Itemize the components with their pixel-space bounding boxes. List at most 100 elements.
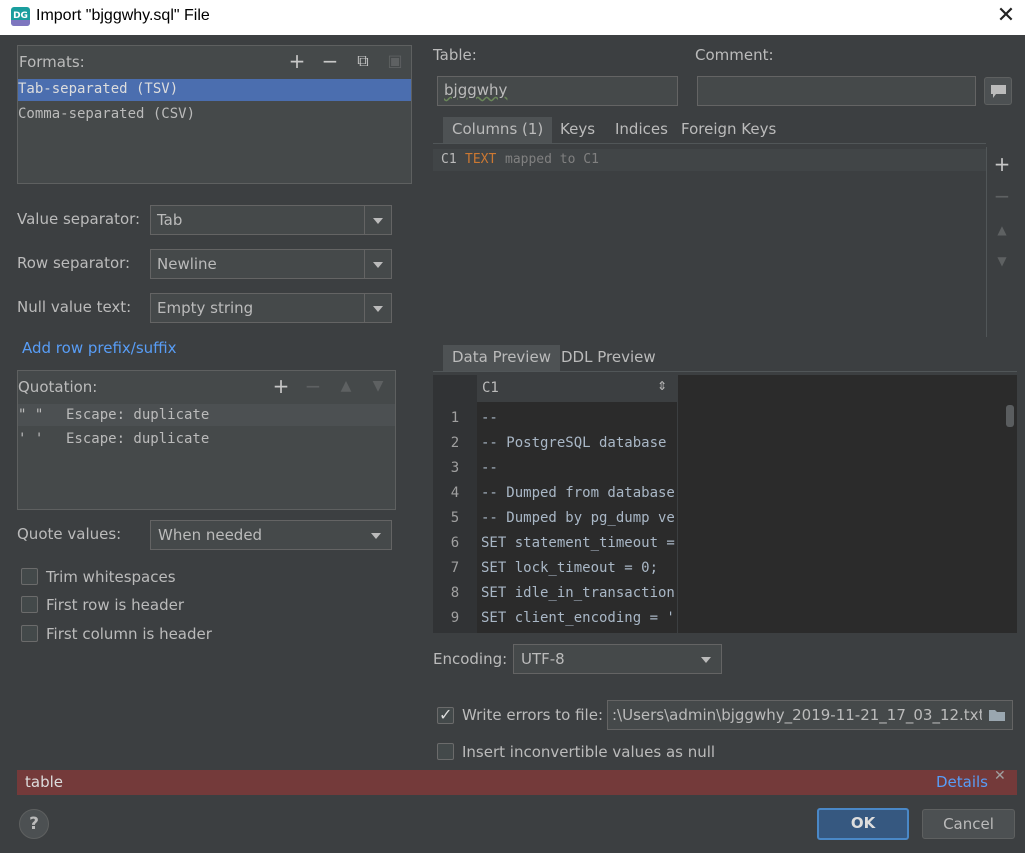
- tab-foreign-keys[interactable]: Foreign Keys: [672, 117, 785, 143]
- first-column-header-checkbox[interactable]: [21, 625, 38, 642]
- close-icon[interactable]: ✕: [994, 768, 1006, 784]
- row-number: 4: [450, 485, 460, 501]
- move-down-icon[interactable]: ▼: [368, 376, 388, 396]
- insert-null-label: Insert inconvertible values as null: [462, 743, 716, 761]
- scrollbar-thumb[interactable]: [1006, 405, 1014, 427]
- quotation-row[interactable]: ' ' Escape: duplicate: [18, 428, 395, 450]
- tab-columns[interactable]: Columns (1): [443, 117, 553, 143]
- row-number: 2: [450, 435, 460, 451]
- comment-label: Comment:: [695, 46, 774, 64]
- error-file-path-input[interactable]: :\Users\admin\bjggwhy_2019-11-21_17_03_1…: [607, 700, 1013, 730]
- help-button[interactable]: ?: [19, 809, 49, 839]
- error-file-path: :\Users\admin\bjggwhy_2019-11-21_17_03_1…: [612, 706, 985, 724]
- value-separator-combo[interactable]: Tab: [150, 205, 392, 235]
- column-row[interactable]: C1 TEXT mapped to C1: [433, 149, 986, 171]
- comment-editor-button[interactable]: [984, 77, 1012, 105]
- ok-button[interactable]: OK: [817, 808, 909, 840]
- value-separator-value: Tab: [157, 211, 183, 229]
- row-number: 6: [450, 535, 460, 551]
- null-value-combo[interactable]: Empty string: [150, 293, 392, 323]
- row-number: 9: [450, 610, 460, 626]
- tab-indices[interactable]: Indices: [606, 117, 677, 143]
- row-number: 8: [450, 585, 460, 601]
- row-separator-value: Newline: [157, 255, 217, 273]
- remove-quotation-icon[interactable]: −: [303, 376, 323, 396]
- cancel-button[interactable]: Cancel: [922, 809, 1015, 839]
- tab-ddl-preview[interactable]: DDL Preview: [552, 345, 665, 371]
- quotation-chars: " ": [18, 407, 44, 423]
- chevron-down-icon: [364, 294, 391, 322]
- row-cell: --: [477, 406, 675, 431]
- columns-list: [433, 147, 986, 337]
- row-cell: -- PostgreSQL database …: [477, 431, 675, 456]
- tab-keys[interactable]: Keys: [551, 117, 604, 143]
- format-item-label: Comma-separated (CSV): [18, 106, 196, 122]
- column-mapping: mapped to C1: [505, 152, 599, 167]
- folder-icon[interactable]: [982, 701, 1012, 729]
- formats-label: Formats:: [19, 53, 85, 71]
- move-column-up-icon[interactable]: ▲: [992, 220, 1012, 240]
- format-item-tsv[interactable]: Tab-separated (TSV): [18, 79, 411, 101]
- title-bar: DG Import "bjggwhy.sql" File ✕: [0, 0, 1025, 35]
- remove-format-icon[interactable]: −: [320, 51, 340, 71]
- row-cell: --: [477, 456, 675, 481]
- column-type: TEXT: [465, 152, 497, 167]
- preview-scrollbar[interactable]: [1005, 375, 1017, 633]
- table-name-input[interactable]: bjggwhy: [437, 76, 678, 106]
- comment-input[interactable]: [697, 76, 976, 106]
- error-message: table: [25, 773, 63, 791]
- row-cell: -- Dumped by pg_dump ve…: [477, 506, 675, 531]
- row-cell: SET lock_timeout = 0;: [477, 556, 675, 581]
- quote-values-label: Quote values:: [17, 525, 122, 543]
- encoding-combo[interactable]: UTF-8: [513, 644, 722, 674]
- move-up-icon[interactable]: ▲: [336, 376, 356, 396]
- quotation-row[interactable]: " " Escape: duplicate: [18, 404, 395, 426]
- trim-whitespaces-checkbox[interactable]: [21, 568, 38, 585]
- close-icon[interactable]: ✕: [993, 3, 1019, 29]
- first-row-header-checkbox[interactable]: [21, 596, 38, 613]
- insert-null-checkbox[interactable]: [437, 743, 454, 760]
- chevron-down-icon: [371, 533, 381, 539]
- row-number: 3: [450, 460, 460, 476]
- table-name-value: bjggwhy: [444, 81, 508, 99]
- first-column-header-label: First column is header: [46, 625, 212, 643]
- null-value-label: Null value text:: [17, 298, 132, 316]
- remove-column-icon[interactable]: −: [992, 186, 1012, 206]
- tab-data-preview[interactable]: Data Preview: [443, 345, 560, 371]
- details-link[interactable]: Details: [936, 773, 988, 791]
- quote-values-combo[interactable]: When needed: [150, 520, 392, 550]
- format-item-csv[interactable]: Comma-separated (CSV): [18, 104, 411, 126]
- save-format-icon[interactable]: ▣: [385, 51, 405, 71]
- first-row-header-label: First row is header: [46, 596, 184, 614]
- quotation-escape: Escape: duplicate: [66, 407, 210, 423]
- quotation-escape: Escape: duplicate: [66, 431, 210, 447]
- move-column-down-icon[interactable]: ▼: [992, 251, 1012, 271]
- quote-values-value: When needed: [158, 526, 263, 544]
- row-separator-combo[interactable]: Newline: [150, 249, 392, 279]
- row-cell: SET client_encoding = '…: [477, 606, 675, 631]
- row-number: 7: [450, 560, 460, 576]
- encoding-value: UTF-8: [521, 650, 565, 668]
- datagrip-logo-icon: DG: [11, 7, 30, 26]
- speech-bubble-icon: [991, 85, 1006, 98]
- row-separator-label: Row separator:: [17, 254, 131, 272]
- column-header-c1[interactable]: C1 ⇕: [477, 375, 677, 403]
- window-title: Import "bjggwhy.sql" File: [36, 7, 210, 24]
- copy-format-icon[interactable]: ⧉: [353, 51, 373, 71]
- columns-divider: [986, 147, 987, 337]
- chevron-down-icon: [701, 657, 711, 663]
- row-cell: -- Dumped from database…: [477, 481, 675, 506]
- column-name: C1: [441, 152, 457, 167]
- add-format-icon[interactable]: +: [287, 51, 307, 71]
- chevron-down-icon: [364, 250, 391, 278]
- sort-icon[interactable]: ⇕: [657, 379, 667, 393]
- row-number: 1: [450, 410, 460, 426]
- add-quotation-icon[interactable]: +: [271, 376, 291, 396]
- column-header-label: C1: [482, 380, 499, 396]
- error-bar: table Details ✕: [17, 768, 1017, 795]
- add-column-icon[interactable]: +: [992, 154, 1012, 174]
- row-cell: SET idle_in_transaction…: [477, 581, 675, 606]
- write-errors-checkbox[interactable]: [437, 705, 454, 724]
- trim-whitespaces-label: Trim whitespaces: [46, 568, 176, 586]
- add-row-prefix-link[interactable]: Add row prefix/suffix: [22, 339, 177, 357]
